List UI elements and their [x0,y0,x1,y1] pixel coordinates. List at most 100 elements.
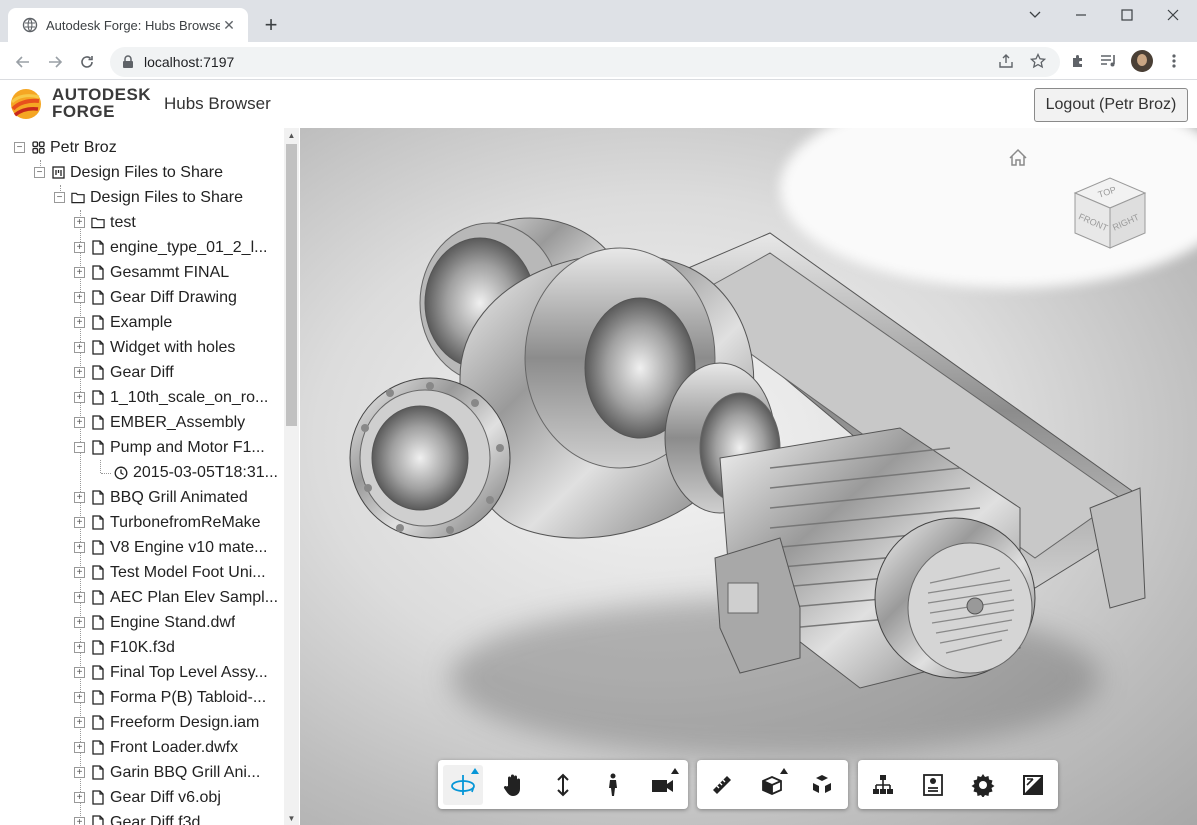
expand-toggle-icon[interactable]: + [74,517,85,528]
expand-toggle-icon[interactable]: + [74,292,85,303]
browser-tab[interactable]: Autodesk Forge: Hubs Browser ✕ [8,8,248,42]
camera-icon [652,780,673,792]
tree-node-item[interactable]: + Final Top Level Assy... [74,660,268,685]
dolly-tool-button[interactable] [543,765,583,805]
tree-node-item[interactable]: + Gear Diff.f3d [74,810,200,825]
expand-toggle-icon[interactable]: + [74,767,85,778]
profile-avatar[interactable] [1131,50,1153,72]
logout-button[interactable]: Logout (Petr Broz) [1034,88,1188,122]
explode-tool-button[interactable] [802,765,842,805]
home-view-icon[interactable] [1007,147,1029,169]
tree-node-item[interactable]: + Gear Diff v6.obj [74,785,221,810]
lock-icon [122,55,134,69]
expand-toggle-icon[interactable]: + [74,717,85,728]
expand-toggle-icon[interactable]: + [74,217,85,228]
tree-node-item[interactable]: + BBQ Grill Animated [74,485,248,510]
viewcube[interactable]: TOP FRONT RIGHT [1070,173,1150,253]
extensions-puzzle-icon[interactable] [1068,51,1088,71]
expand-toggle-icon[interactable]: + [74,392,85,403]
forward-arrow-icon[interactable] [42,49,68,75]
collapse-toggle-icon[interactable]: − [34,167,45,178]
new-tab-button[interactable]: + [258,12,284,38]
expand-toggle-icon[interactable]: + [74,242,85,253]
star-icon[interactable] [1027,50,1049,72]
media-queue-icon[interactable] [1099,51,1119,71]
expand-toggle-icon[interactable]: + [74,317,85,328]
tree-node-item[interactable]: + Test Model Foot Uni... [74,560,266,585]
close-window-button[interactable] [1150,0,1196,30]
tree-node-item[interactable]: + Gear Diff Drawing [74,285,237,310]
minimize-list-icon[interactable] [1012,0,1058,30]
tree-node-item[interactable]: + test [74,210,136,235]
forge-viewer[interactable]: TOP FRONT RIGHT [300,128,1197,825]
tree-node-item[interactable]: + Gear Diff [74,360,174,385]
expand-toggle-icon[interactable]: + [74,617,85,628]
tree-node-item[interactable]: + Freeform Design.iam [74,710,259,735]
expand-toggle-icon[interactable]: + [74,367,85,378]
tree-node-item[interactable]: + Forma P(B) Tabloid-... [74,685,266,710]
expand-toggle-icon[interactable]: + [74,742,85,753]
expand-toggle-icon[interactable]: + [74,642,85,653]
tree-node-item[interactable]: + V8 Engine v10 mate... [74,535,267,560]
tree-node-project[interactable]: − Design Files to Share [34,160,223,185]
section-tool-button[interactable] [752,765,792,805]
maximize-window-button[interactable] [1104,0,1150,30]
collapse-toggle-icon[interactable]: − [14,142,25,153]
pump-and-motor-model[interactable] [300,128,1197,825]
tree-node-version[interactable]: 2015-03-05T18:31... [114,460,278,485]
expand-toggle-icon[interactable]: + [74,817,85,825]
tree-node-item[interactable]: + AEC Plan Elev Sampl... [74,585,278,610]
expand-toggle-icon[interactable]: + [74,492,85,503]
file-icon [91,815,105,825]
orbit-tool-button[interactable] [443,765,483,805]
tree-node-item[interactable]: + Front Loader.dwfx [74,735,238,760]
scroll-up-arrow-icon[interactable]: ▲ [284,128,299,142]
expand-toggle-icon[interactable]: + [74,667,85,678]
share-icon[interactable] [995,50,1017,72]
expand-toggle-icon[interactable]: + [74,342,85,353]
expand-toggle-icon[interactable]: + [74,417,85,428]
pan-tool-button[interactable] [493,765,533,805]
tab-close-icon[interactable]: ✕ [220,16,238,34]
collapse-toggle-icon[interactable]: − [74,442,85,453]
tree-node-item[interactable]: − Pump and Motor F1... [74,435,265,460]
camera-tool-button[interactable] [643,765,683,805]
tree-scrollbar[interactable]: ▲ ▼ [284,128,299,825]
expand-toggle-icon[interactable]: + [74,592,85,603]
measure-tool-button[interactable] [702,765,742,805]
tree-node-label: Final Top Level Assy... [110,663,268,681]
settings-button[interactable] [963,765,1003,805]
tree-node-item[interactable]: + F10K.f3d [74,635,175,660]
expand-toggle-icon[interactable]: + [74,692,85,703]
expand-toggle-icon[interactable]: + [74,542,85,553]
walk-tool-button[interactable] [593,765,633,805]
file-icon [91,515,105,531]
expand-toggle-icon[interactable]: + [74,792,85,803]
tree-node-item[interactable]: + Engine Stand.dwf [74,610,235,635]
properties-button[interactable] [913,765,953,805]
minimize-window-button[interactable] [1058,0,1104,30]
back-arrow-icon[interactable] [10,49,36,75]
tree-node-item[interactable]: + Widget with holes [74,335,235,360]
tree-node-item[interactable]: + Gesammt FINAL [74,260,229,285]
tree-node-folder[interactable]: − Design Files to Share [54,185,243,210]
tree-node-item[interactable]: + Garin BBQ Grill Ani... [74,760,260,785]
expand-toggle-icon[interactable]: + [74,567,85,578]
menu-kebab-icon[interactable] [1164,51,1184,71]
model-browser-button[interactable] [863,765,903,805]
scroll-down-arrow-icon[interactable]: ▼ [284,811,299,825]
tree-node-hub[interactable]: − Petr Broz [14,135,117,160]
fullscreen-button[interactable] [1013,765,1053,805]
tab-title: Autodesk Forge: Hubs Browser [46,17,220,33]
tree-node-item[interactable]: + engine_type_01_2_l... [74,235,267,260]
tree-node-item[interactable]: + EMBER_Assembly [74,410,245,435]
address-bar[interactable]: localhost:7197 [110,47,1060,77]
scrollbar-thumb[interactable] [286,144,297,426]
tree-node-item[interactable]: + Example [74,310,172,335]
collapse-toggle-icon[interactable]: − [54,192,65,203]
navigation-toolbar [438,760,688,809]
reload-icon[interactable] [74,49,100,75]
expand-toggle-icon[interactable]: + [74,267,85,278]
tree-node-item[interactable]: + TurbonefromReMake [74,510,261,535]
tree-node-item[interactable]: +1_10th_scale_on_ro... [74,385,268,410]
